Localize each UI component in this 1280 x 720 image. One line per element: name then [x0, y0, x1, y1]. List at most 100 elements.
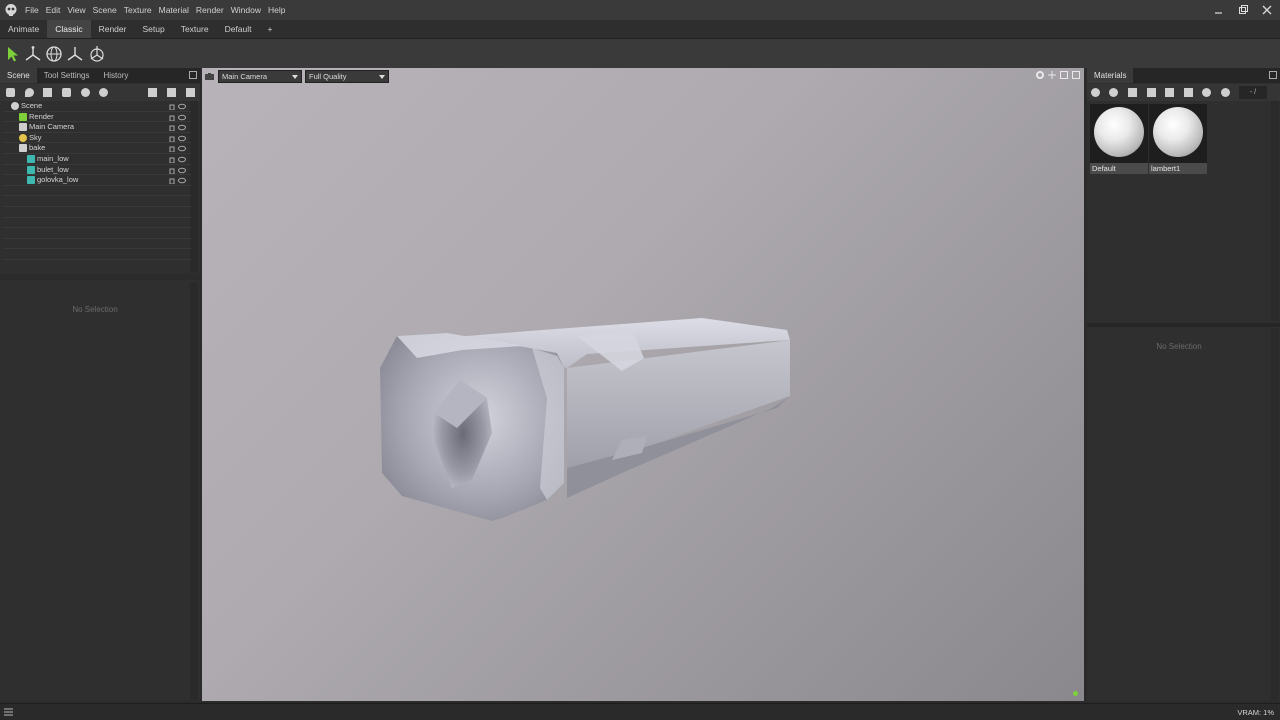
pick-material-icon[interactable] — [1184, 88, 1193, 97]
folder-icon[interactable] — [148, 88, 157, 97]
room-tab-texture[interactable]: Texture — [173, 20, 217, 38]
tab-history[interactable]: History — [97, 68, 136, 83]
bullet-mesh-model[interactable] — [202, 68, 1084, 701]
room-tab-render[interactable]: Render — [91, 20, 135, 38]
close-icon[interactable] — [1260, 3, 1274, 17]
scene-tree-label: main_low — [37, 153, 69, 163]
assign-material-icon[interactable] — [1128, 88, 1137, 97]
popout-icon[interactable] — [189, 71, 197, 79]
menu-file[interactable]: File — [25, 5, 39, 15]
material-label: Default — [1090, 163, 1148, 174]
scene-tree: Scene Render Main Camera Sky bake main_low bul… — [3, 101, 191, 260]
material-thumb-lambert1[interactable]: lambert1 — [1149, 104, 1207, 174]
material-properties-scrollbar[interactable] — [1271, 328, 1279, 700]
mesh-icon — [27, 176, 35, 185]
scene-tree-row[interactable]: Sky — [3, 133, 191, 144]
scene-tree-row[interactable]: golovka_low — [3, 175, 191, 186]
scene-tree-label: bulet_low — [37, 164, 69, 174]
maximize-icon[interactable] — [1236, 3, 1250, 17]
materials-icon-row: - / — [1087, 84, 1280, 101]
export-material-icon[interactable] — [1221, 88, 1230, 97]
lock-visibility-icon[interactable] — [169, 177, 187, 185]
delete-icon[interactable] — [186, 88, 195, 97]
universal-tool-icon[interactable] — [88, 45, 106, 63]
scene-tree-label: bake — [29, 143, 46, 153]
tab-materials[interactable]: Materials — [1087, 68, 1134, 83]
empty-tree-row — [3, 207, 191, 218]
materials-panel: Materials - / Default lambert1 No Select… — [1087, 68, 1280, 701]
lock-visibility-icon[interactable] — [169, 135, 187, 143]
render-icon — [19, 112, 27, 121]
material-sphere-preview — [1094, 107, 1144, 157]
minimize-icon[interactable] — [1212, 3, 1226, 17]
viewport[interactable]: Main Camera Full Quality — [202, 68, 1084, 701]
add-light-icon[interactable] — [25, 88, 34, 97]
camera-icon — [19, 123, 27, 132]
menu-material[interactable]: Material — [159, 5, 189, 15]
empty-tree-row — [3, 218, 191, 229]
scene-tree-row[interactable]: bake — [3, 143, 191, 154]
scene-scrollbar[interactable] — [190, 101, 198, 273]
add-sky-icon[interactable] — [62, 88, 71, 97]
menu-edit[interactable]: Edit — [46, 5, 61, 15]
tab-scene[interactable]: Scene — [0, 68, 37, 83]
material-thumb-default[interactable]: Default — [1090, 104, 1148, 174]
empty-tree-row — [3, 228, 191, 239]
menu-window[interactable]: Window — [231, 5, 261, 15]
scene-tree-label: Sky — [29, 132, 42, 142]
lock-visibility-icon[interactable] — [169, 145, 187, 153]
menu-texture[interactable]: Texture — [124, 5, 152, 15]
add-object-icon[interactable] — [6, 88, 15, 97]
scene-tree-label: Render — [29, 111, 54, 121]
material-search-input[interactable]: - / — [1239, 86, 1267, 99]
room-tab-animate[interactable]: Animate — [0, 20, 47, 38]
scale-tool-icon[interactable] — [66, 45, 84, 63]
menu-scene[interactable]: Scene — [93, 5, 117, 15]
materials-popout-icon[interactable] — [1269, 71, 1277, 79]
import-material-icon[interactable] — [1202, 88, 1211, 97]
properties-scrollbar[interactable] — [190, 282, 198, 700]
sky-icon — [19, 133, 27, 142]
room-tab-classic[interactable]: Classic — [47, 20, 91, 38]
room-tab-add[interactable]: + — [260, 20, 281, 38]
scene-tree-row[interactable]: main_low — [3, 154, 191, 165]
hamburger-icon[interactable] — [4, 708, 13, 716]
lock-visibility-icon[interactable] — [169, 156, 187, 164]
duplicate-icon[interactable] — [167, 88, 176, 97]
vram-readout: VRAM: 1% — [1237, 708, 1274, 717]
room-tab-default[interactable]: Default — [217, 20, 260, 38]
lock-visibility-icon[interactable] — [169, 124, 187, 132]
status-bar: VRAM: 1% — [0, 703, 1280, 720]
scene-icon-row — [0, 84, 200, 101]
bake-icon — [19, 144, 27, 153]
mesh-icon — [27, 165, 35, 174]
scene-tree-row[interactable]: bulet_low — [3, 165, 191, 176]
delete-material-icon[interactable] — [1165, 88, 1174, 97]
scene-tree-row[interactable]: Render — [3, 112, 191, 123]
add-shape-icon[interactable] — [81, 88, 90, 97]
scene-tree-row[interactable]: Scene — [3, 101, 191, 112]
status-indicator-dot — [1073, 691, 1078, 696]
select-tool-icon[interactable] — [4, 45, 22, 63]
menu-render[interactable]: Render — [196, 5, 224, 15]
move-tool-icon[interactable] — [24, 45, 42, 63]
lock-visibility-icon[interactable] — [169, 114, 187, 122]
menu-help[interactable]: Help — [268, 5, 285, 15]
menu-view[interactable]: View — [67, 5, 85, 15]
lock-visibility-icon[interactable] — [169, 167, 187, 175]
lock-visibility-icon[interactable] — [169, 103, 187, 111]
materials-scrollbar[interactable] — [1271, 101, 1279, 321]
material-sphere-preview — [1153, 107, 1203, 157]
tab-tool-settings[interactable]: Tool Settings — [37, 68, 97, 83]
new-material-icon[interactable] — [1091, 88, 1100, 97]
duplicate-material-icon[interactable] — [1109, 88, 1118, 97]
add-fog-icon[interactable] — [99, 88, 108, 97]
material-folder-icon[interactable] — [1147, 88, 1156, 97]
add-camera-icon[interactable] — [43, 88, 52, 97]
rotate-tool-icon[interactable] — [45, 45, 63, 63]
scene-tree-row[interactable]: Main Camera — [3, 122, 191, 133]
scene-icon — [11, 102, 19, 110]
material-properties-empty-label: No Selection — [1156, 342, 1202, 351]
room-tab-setup[interactable]: Setup — [134, 20, 172, 38]
empty-tree-row — [3, 249, 191, 260]
